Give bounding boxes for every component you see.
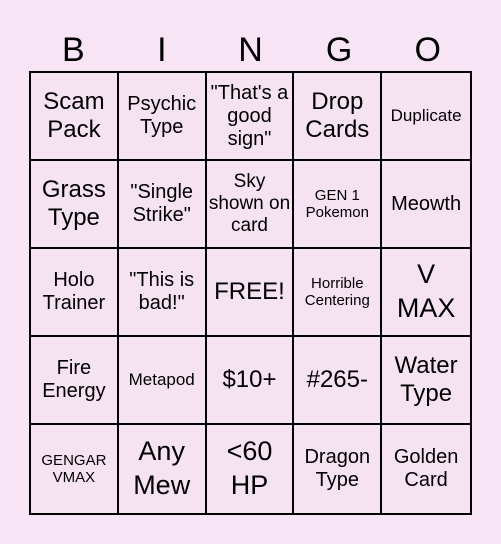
bingo-cell[interactable]: <60 HP <box>207 425 295 513</box>
free-space-cell[interactable]: FREE! <box>206 249 295 337</box>
bingo-cell[interactable]: #265- <box>294 337 383 425</box>
bingo-cell[interactable]: "This is bad!" <box>118 249 207 337</box>
bingo-cell[interactable]: Horrible Centering <box>294 249 383 337</box>
header-letter-n: N <box>238 31 263 69</box>
bingo-cell[interactable]: $10+ <box>206 337 295 425</box>
bingo-cell[interactable]: Dragon Type <box>294 425 383 513</box>
header-letter-g: G <box>325 31 353 69</box>
bingo-cell[interactable]: Metapod <box>118 337 207 425</box>
bingo-cell[interactable]: Duplicate <box>382 73 470 161</box>
header-letter-i: I <box>157 31 167 69</box>
bingo-cell[interactable]: "That's a good sign" <box>206 73 295 161</box>
bingo-cell[interactable]: Fire Energy <box>31 337 119 425</box>
bingo-cell[interactable]: Sky shown on card <box>206 161 295 249</box>
bingo-cell[interactable]: V MAX <box>382 249 470 337</box>
bingo-cell[interactable]: GEN 1 Pokemon <box>294 161 383 249</box>
bingo-cell[interactable]: Psychic Type <box>118 73 207 161</box>
bingo-cell[interactable]: Golden Card <box>382 425 470 513</box>
bingo-cell[interactable]: Scam Pack <box>31 73 119 161</box>
bingo-cell[interactable]: GENGAR VMAX <box>31 425 119 513</box>
bingo-cell[interactable]: Drop Cards <box>294 73 383 161</box>
bingo-cell[interactable]: Any Mew <box>119 425 207 513</box>
header-letter-b: B <box>61 31 85 69</box>
bingo-cell[interactable]: "Single Strike" <box>118 161 207 249</box>
bingo-cell[interactable]: Meowth <box>382 161 470 249</box>
bingo-header: B I N G O <box>29 30 472 70</box>
header-letter-o: O <box>414 31 441 69</box>
bingo-board: Scam Pack Psychic Type "That's a good si… <box>29 71 472 515</box>
bingo-cell[interactable]: Grass Type <box>31 161 119 249</box>
bingo-cell[interactable]: Water Type <box>382 337 470 425</box>
bingo-cell[interactable]: Holo Trainer <box>31 249 119 337</box>
